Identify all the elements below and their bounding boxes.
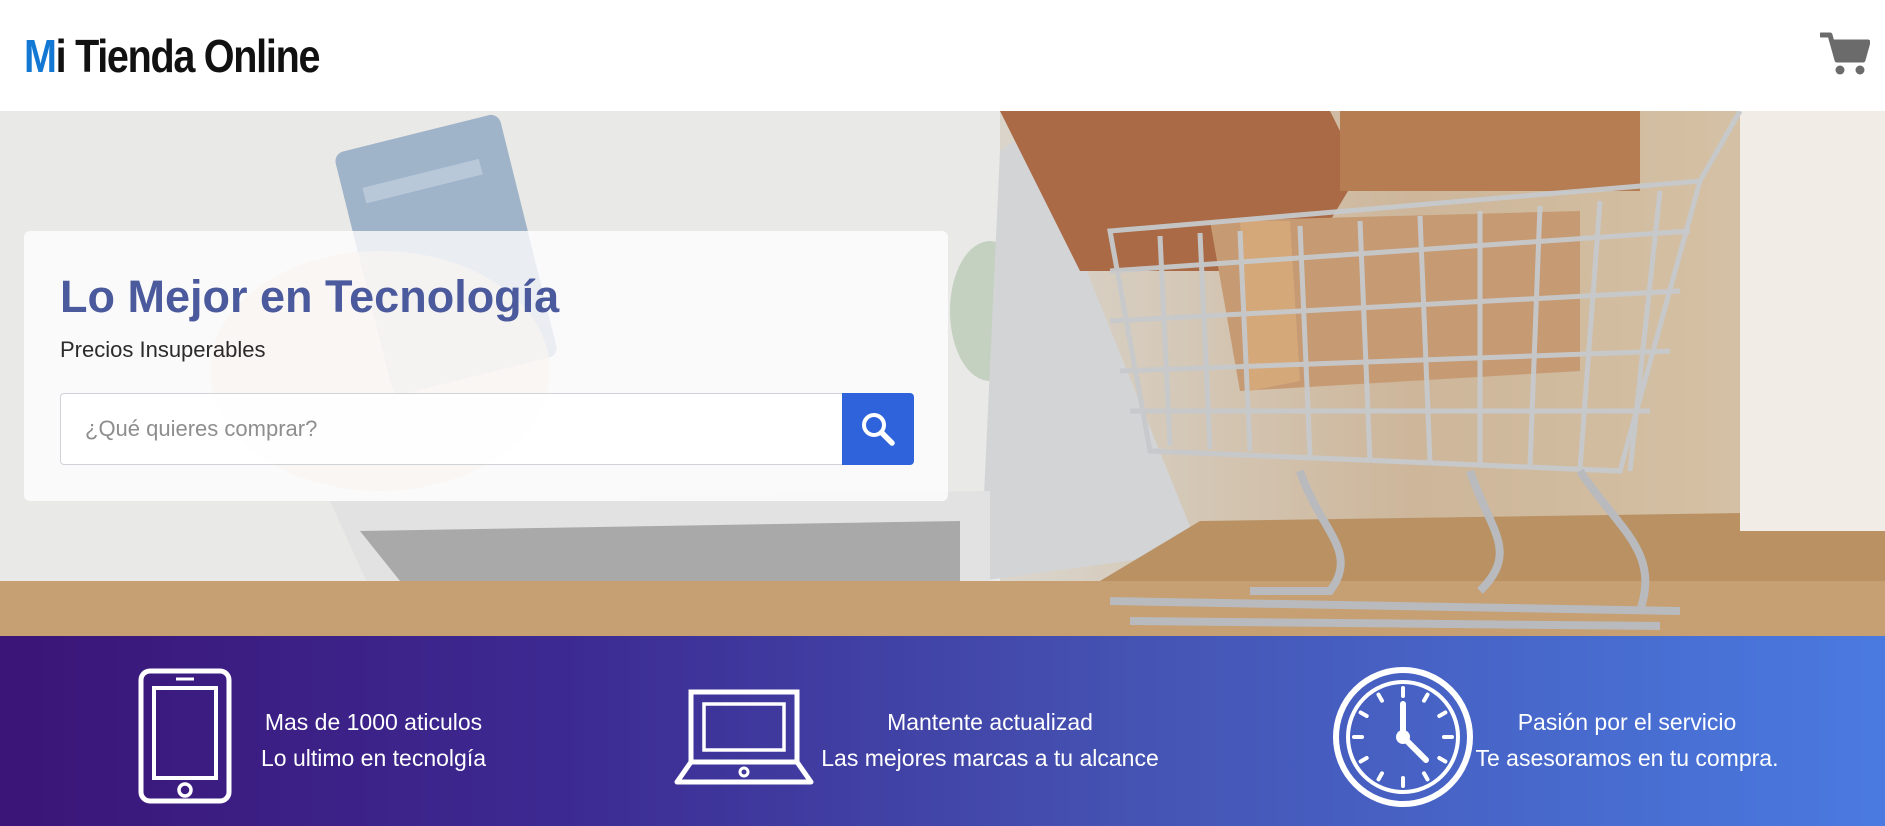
search-bar [60, 393, 914, 465]
search-icon [862, 413, 895, 446]
hero-title: Lo Mejor en Tecnología [60, 271, 560, 322]
hero-banner: Lo Mejor en Tecnología Precios Insuperab… [0, 111, 1885, 636]
feature-service-line1: Pasión por el servicio [1517, 709, 1737, 735]
feature-brands-line2: Las mejores marcas a tu alcance [821, 745, 1159, 771]
hero-search-card: Lo Mejor en Tecnología Precios Insuperab… [24, 231, 948, 501]
feature-catalog-line2: Lo ultimo en tecnolgía [260, 745, 487, 771]
search-button[interactable] [842, 393, 914, 465]
feature-catalog-text: Mas de 1000 aticulos Lo ultimo en tecnol… [240, 704, 507, 776]
feature-brands-text: Mantente actualizad Las mejores marcas a… [810, 704, 1170, 776]
feature-brands: Mantente actualizad Las mejores marcas a… [620, 636, 1240, 826]
brand-logo-accent: M [24, 30, 57, 82]
feature-service: Pasión por el servicio Te asesoramos en … [1240, 636, 1885, 826]
features-band: Mas de 1000 aticulos Lo ultimo en tecnol… [0, 636, 1885, 826]
laptop-icon [674, 689, 814, 785]
feature-service-text: Pasión por el servicio Te asesoramos en … [1466, 704, 1788, 776]
feature-catalog: Mas de 1000 aticulos Lo ultimo en tecnol… [0, 636, 620, 826]
feature-brands-line1: Mantente actualizad [887, 709, 1093, 735]
site-header: Mi Tienda Online [0, 0, 1885, 111]
feature-service-line2: Te asesoramos en tu compra. [1475, 745, 1779, 771]
clock-icon [1333, 667, 1473, 807]
brand-logo-text: i Tienda Online [55, 30, 321, 82]
search-input[interactable] [60, 393, 842, 465]
brand-logo[interactable]: Mi Tienda Online [24, 30, 321, 82]
hero-subtitle: Precios Insuperables [60, 337, 266, 362]
feature-catalog-line1: Mas de 1000 aticulos [264, 709, 483, 735]
smartphone-icon [138, 668, 232, 804]
shopping-cart-icon[interactable] [1818, 30, 1871, 76]
